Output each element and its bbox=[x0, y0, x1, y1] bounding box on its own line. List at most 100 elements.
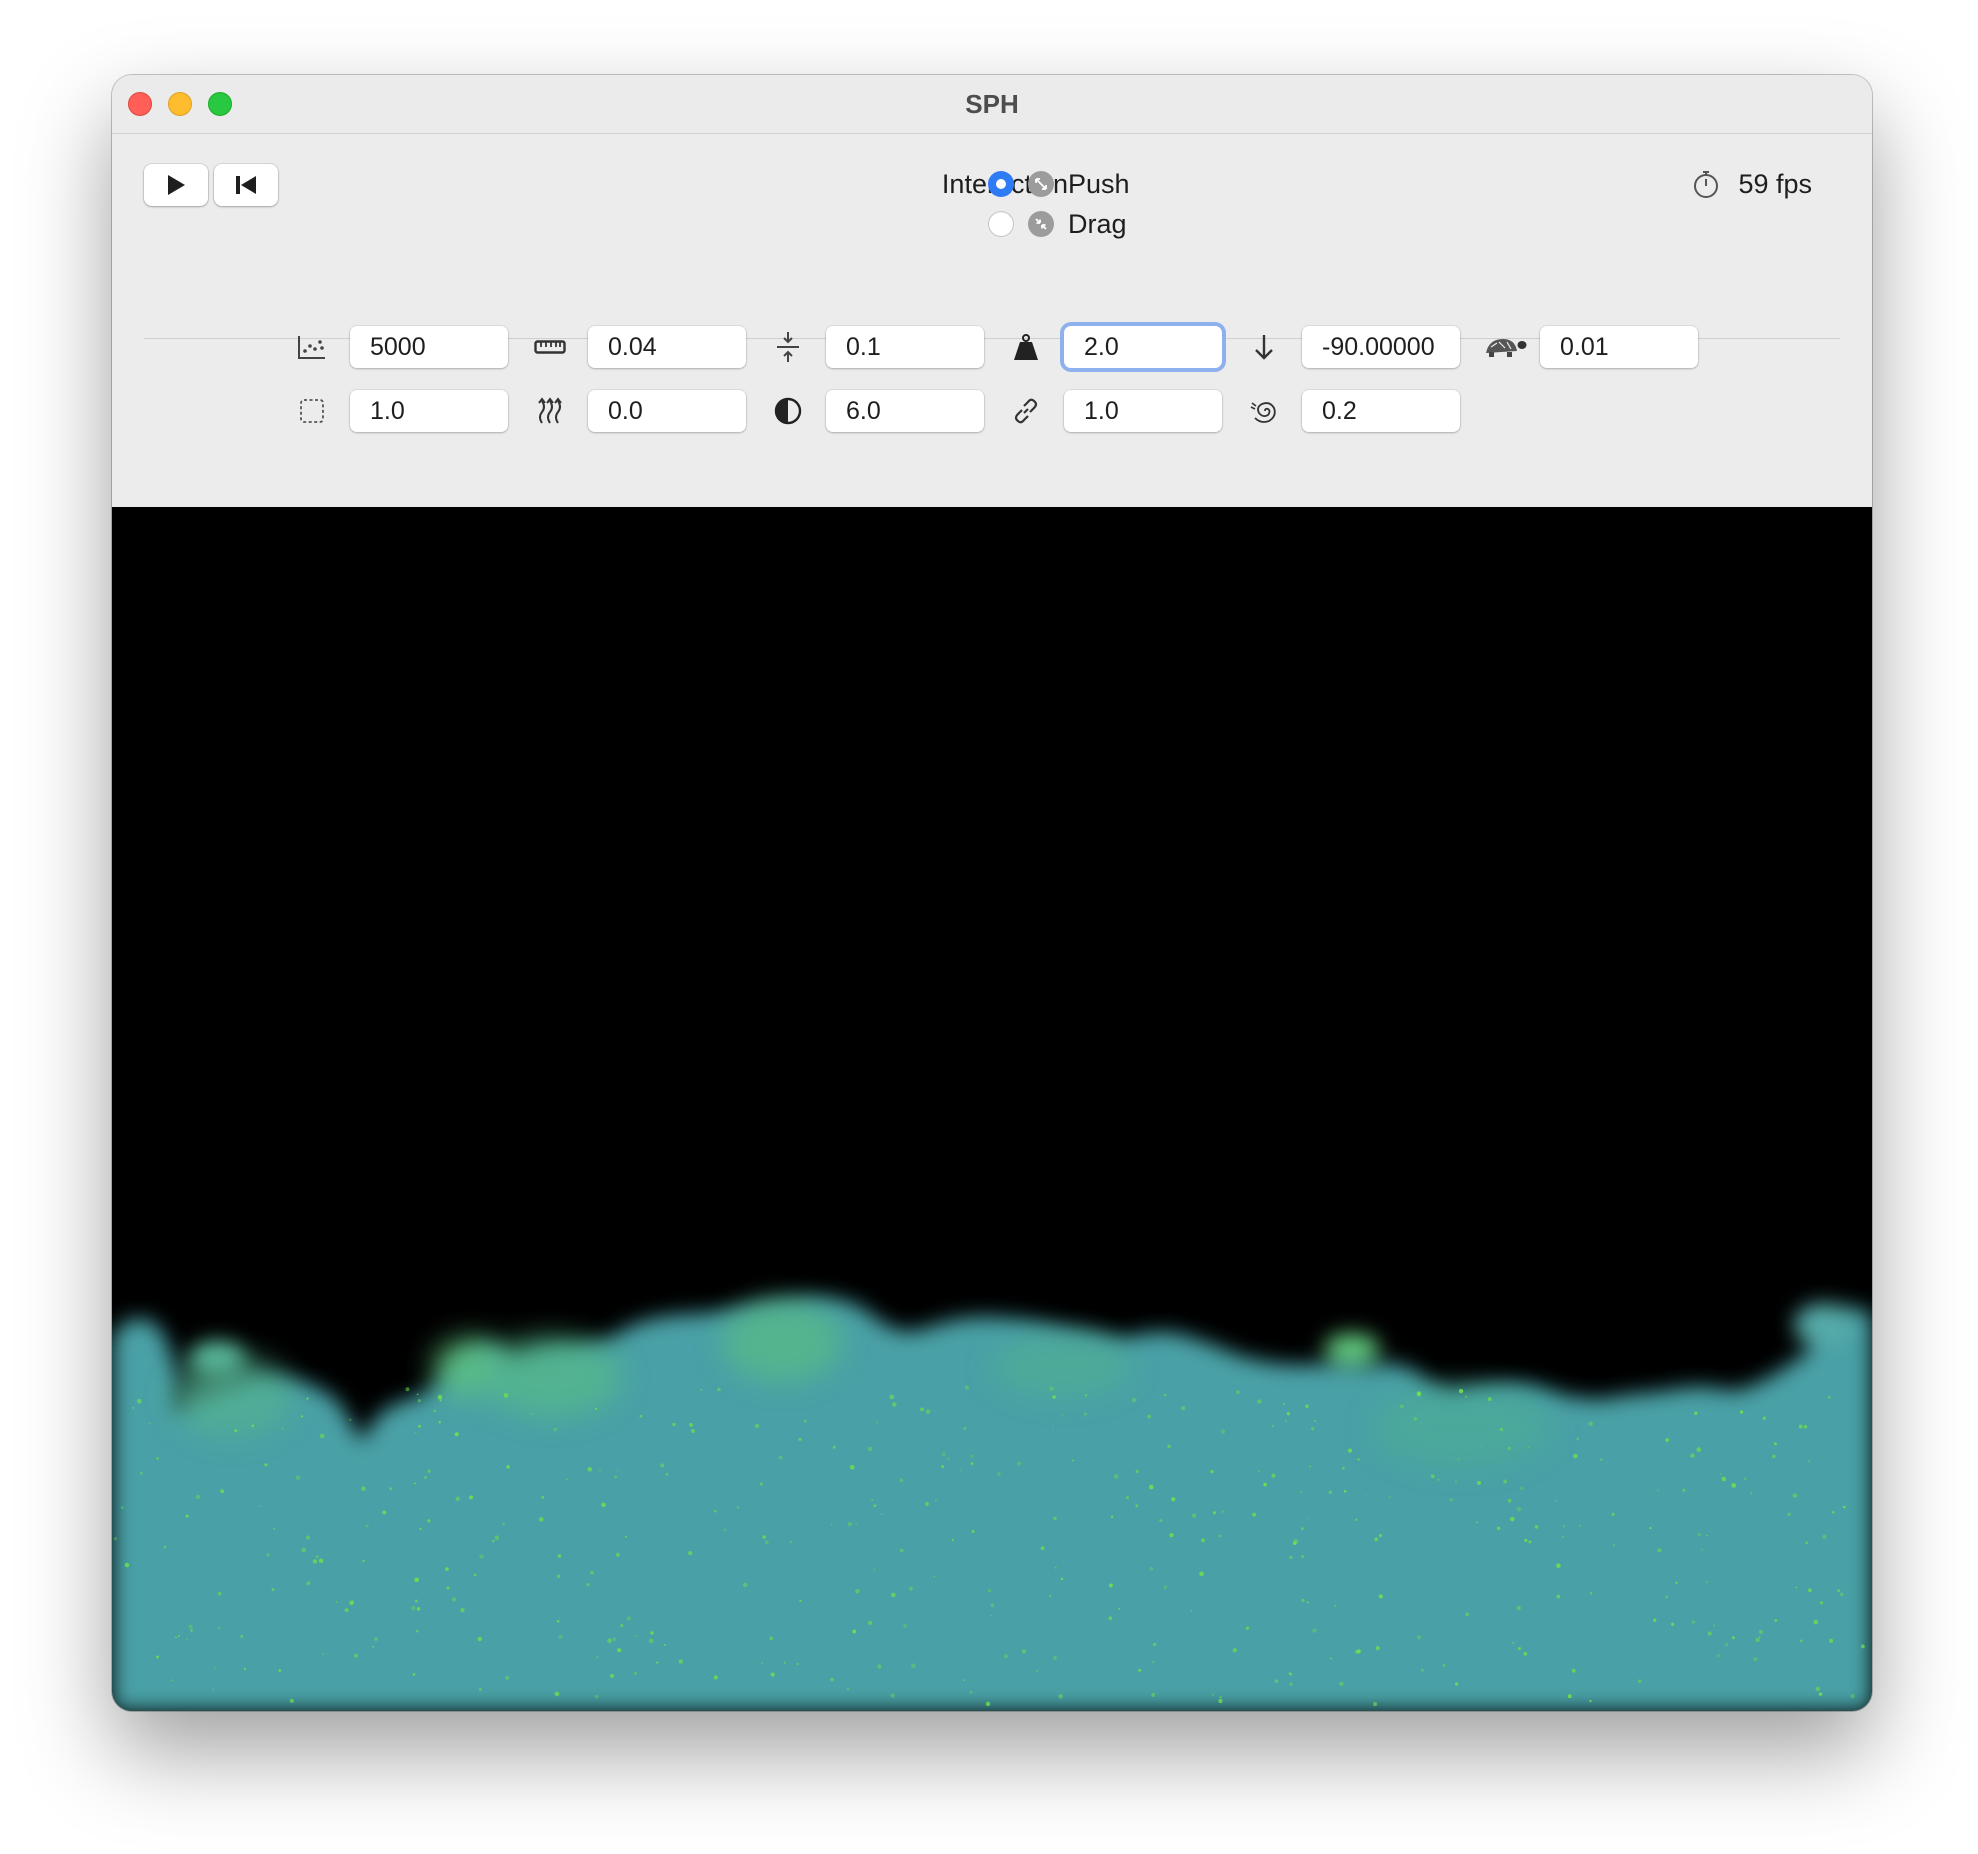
mass-field[interactable]: 2.0 bbox=[1064, 326, 1222, 368]
arrows-converge-icon bbox=[770, 329, 806, 365]
particle-dot bbox=[1556, 1563, 1561, 1568]
simulation-canvas[interactable] bbox=[112, 507, 1872, 1711]
push-radio[interactable] bbox=[988, 171, 1014, 197]
particle-count-field[interactable]: 5000 bbox=[350, 326, 508, 368]
particle-dot bbox=[264, 1463, 268, 1467]
particle-dot bbox=[1850, 1693, 1855, 1699]
particle-dot bbox=[473, 1573, 477, 1577]
particle-dot bbox=[319, 1433, 325, 1439]
particle-dot bbox=[689, 1423, 693, 1427]
particle-dot bbox=[1700, 1548, 1703, 1551]
cohesion-field[interactable]: 1.0 bbox=[1064, 390, 1222, 432]
particle-dot bbox=[1151, 1692, 1156, 1697]
particle-dot bbox=[1374, 1537, 1379, 1542]
contrast-field[interactable]: 6.0 bbox=[826, 390, 984, 432]
particle-dot bbox=[478, 1687, 483, 1692]
particle-dot bbox=[1713, 1624, 1716, 1627]
particle-dot bbox=[418, 1424, 421, 1428]
particle-dot bbox=[1773, 1442, 1777, 1446]
particle-dot bbox=[1201, 1538, 1205, 1543]
drag-radio[interactable] bbox=[988, 211, 1014, 237]
particle-dot bbox=[634, 1634, 638, 1637]
viscosity-field[interactable]: 0.1 bbox=[826, 326, 984, 368]
particle-dot bbox=[871, 1498, 874, 1501]
particle-dot bbox=[1442, 1664, 1446, 1667]
particle-dot bbox=[1213, 1511, 1216, 1515]
particle-dot bbox=[633, 1671, 638, 1675]
particle-dot bbox=[1691, 1620, 1696, 1624]
fps-value: 59 fps bbox=[1738, 168, 1812, 199]
particle-dot bbox=[963, 1426, 967, 1431]
particle-dot bbox=[354, 1653, 358, 1658]
mode-option-drag[interactable]: Drag bbox=[976, 204, 1127, 244]
particle-dot bbox=[1839, 1592, 1844, 1597]
particle-dot bbox=[700, 1388, 703, 1391]
mode-option-push[interactable]: Push bbox=[976, 164, 1130, 204]
particle-dot bbox=[1310, 1426, 1315, 1431]
vorticity-field[interactable]: 0.2 bbox=[1302, 390, 1460, 432]
radius-field[interactable]: 0.04 bbox=[588, 326, 746, 368]
particle-dot bbox=[1301, 1555, 1305, 1559]
particle-dot bbox=[373, 1636, 379, 1642]
particle-dot bbox=[595, 1407, 598, 1410]
particle-dot bbox=[899, 1548, 904, 1553]
particle-dot bbox=[1218, 1699, 1223, 1704]
temperature-field[interactable]: 0.0 bbox=[588, 390, 746, 432]
gravity-field[interactable]: -90.00000 bbox=[1302, 326, 1460, 368]
particle-dot bbox=[414, 1482, 416, 1485]
particle-dot bbox=[620, 1623, 624, 1628]
particle-dot bbox=[243, 1667, 247, 1671]
particle-dot bbox=[873, 1568, 876, 1571]
particle-dot bbox=[1430, 1474, 1435, 1479]
particle-dot bbox=[970, 1462, 974, 1465]
particle-dot bbox=[251, 1424, 255, 1428]
particle-dot bbox=[553, 1427, 558, 1432]
particle-dot bbox=[663, 1643, 666, 1646]
particle-dot bbox=[759, 1482, 763, 1486]
title-bar: SPH bbox=[112, 75, 1872, 134]
particle-dot bbox=[891, 1592, 896, 1598]
particle-dot bbox=[1343, 1490, 1347, 1493]
particle-dot bbox=[218, 1626, 221, 1630]
particle-dot bbox=[1815, 1686, 1821, 1692]
app-window: SPH Interaction Push Drag 59 fps bbox=[112, 75, 1872, 1711]
particle-dot bbox=[736, 1506, 739, 1509]
particle-dot bbox=[558, 1634, 563, 1639]
particle-dot bbox=[1476, 1521, 1478, 1524]
particle-dot bbox=[156, 1655, 159, 1659]
particle-dot bbox=[1271, 1424, 1275, 1428]
particle-dot bbox=[1274, 1679, 1279, 1683]
particle-dot bbox=[650, 1631, 654, 1635]
particle-dot bbox=[503, 1393, 509, 1398]
particle-dot bbox=[1118, 1607, 1121, 1610]
reset-button[interactable] bbox=[214, 164, 278, 206]
particle-dot bbox=[649, 1638, 654, 1644]
particle-dot bbox=[911, 1663, 916, 1669]
particle-dot bbox=[665, 1473, 669, 1476]
timestep-field[interactable]: 0.01 bbox=[1540, 326, 1698, 368]
particle-dot bbox=[212, 1688, 215, 1691]
particle-dot bbox=[416, 1393, 419, 1396]
particle-dot bbox=[1049, 1386, 1054, 1391]
particle-dot bbox=[1476, 1480, 1482, 1485]
particle-dot bbox=[990, 1603, 995, 1608]
particle-dot bbox=[437, 1394, 443, 1400]
boundary-field[interactable]: 1.0 bbox=[350, 390, 508, 432]
particle-dot bbox=[617, 1648, 622, 1653]
particle-dot bbox=[502, 1523, 505, 1526]
particle-dot bbox=[1293, 1539, 1299, 1544]
particle-dot bbox=[877, 1664, 882, 1669]
particle-dot bbox=[626, 1616, 632, 1621]
window-title: SPH bbox=[965, 89, 1019, 119]
particle-dot bbox=[1131, 1397, 1137, 1403]
tortoise-icon bbox=[1482, 329, 1528, 365]
particle-dot bbox=[849, 1464, 855, 1470]
fluid-body bbox=[112, 1297, 1872, 1711]
play-button[interactable] bbox=[144, 164, 208, 206]
particle-dot bbox=[1799, 1639, 1803, 1643]
particle-dot bbox=[1795, 1586, 1798, 1589]
particle-dot bbox=[832, 1445, 836, 1449]
particle-dot bbox=[1805, 1541, 1809, 1545]
particle-dot bbox=[1339, 1681, 1344, 1686]
particle-dot bbox=[971, 1529, 975, 1534]
